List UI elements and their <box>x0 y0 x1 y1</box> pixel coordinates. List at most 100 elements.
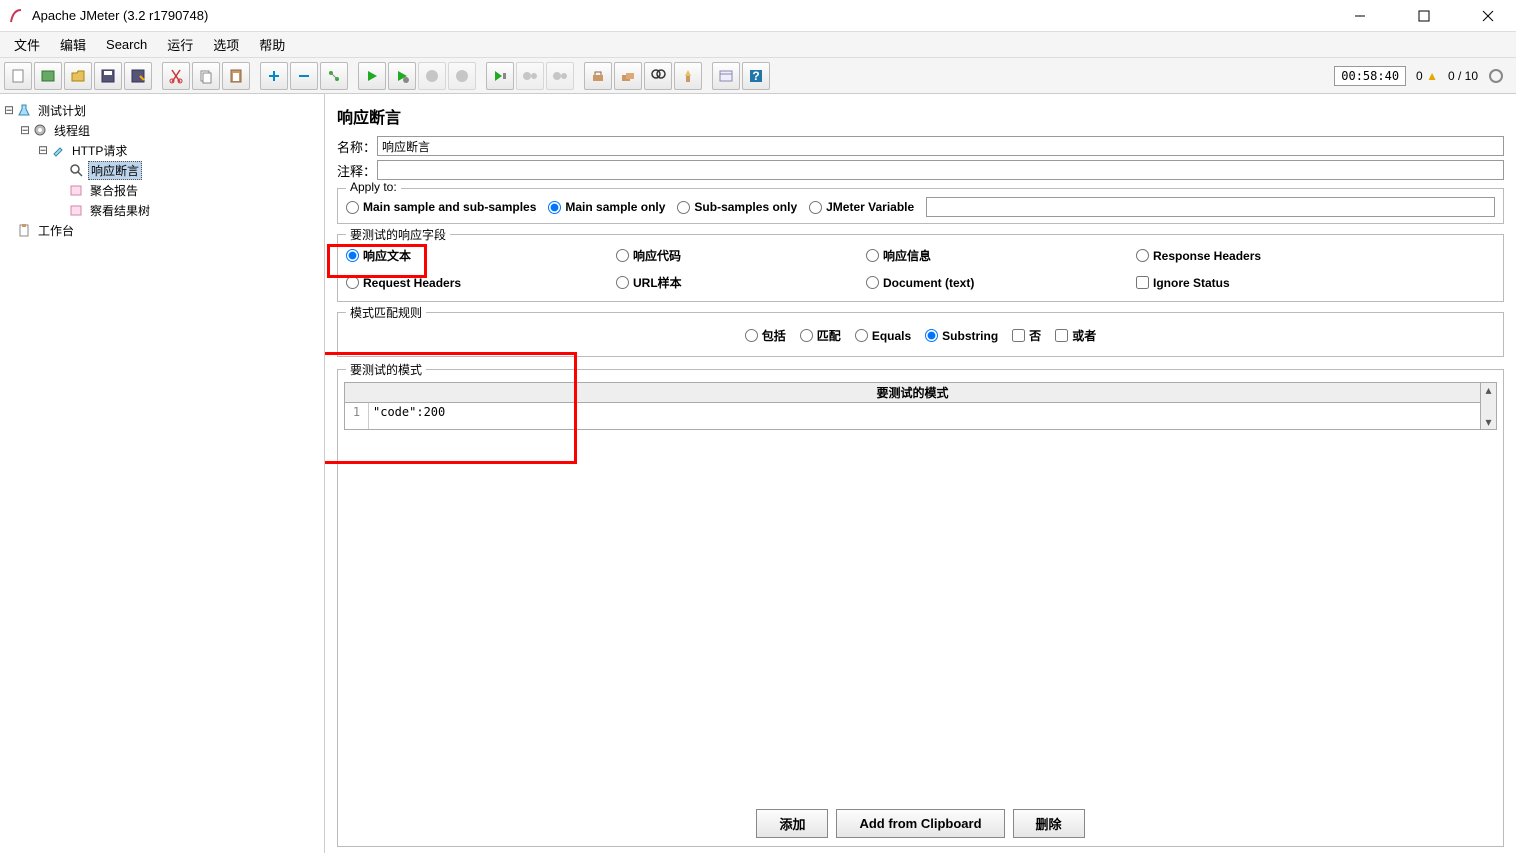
stop-button[interactable] <box>418 62 446 90</box>
field-ignore-status[interactable]: Ignore Status <box>1136 274 1495 291</box>
gear-icon <box>32 122 48 138</box>
match-rules-legend: 模式匹配规则 <box>346 304 426 321</box>
start-button[interactable] <box>358 62 386 90</box>
shutdown-button[interactable] <box>448 62 476 90</box>
menu-help[interactable]: 帮助 <box>251 33 293 56</box>
field-request-headers[interactable]: Request Headers <box>346 274 616 291</box>
search-button[interactable] <box>644 62 672 90</box>
field-document[interactable]: Document (text) <box>866 274 1136 291</box>
match-matches[interactable]: 匹配 <box>800 327 841 344</box>
field-response-text[interactable]: 响应文本 <box>346 247 616 264</box>
templates-button[interactable] <box>34 62 62 90</box>
report-icon <box>68 182 84 198</box>
close-button[interactable] <box>1468 4 1508 28</box>
remote-start-button[interactable] <box>486 62 514 90</box>
jmeter-variable-input[interactable] <box>926 197 1495 217</box>
status-icon <box>1488 68 1504 84</box>
tree-workbench[interactable]: 工作台 <box>2 220 322 240</box>
tree-aggregate[interactable]: 聚合报告 <box>2 180 322 200</box>
help-button[interactable]: ? <box>742 62 770 90</box>
error-count: 0 ▲ <box>1416 69 1438 83</box>
panel-title: 响应断言 <box>337 104 1504 128</box>
match-not[interactable]: 否 <box>1012 327 1041 344</box>
name-input[interactable] <box>377 136 1504 156</box>
patterns-scrollbar[interactable]: ▴▾ <box>1480 383 1496 429</box>
menu-options[interactable]: 选项 <box>205 33 247 56</box>
patterns-legend: 要测试的模式 <box>346 361 426 378</box>
match-rules-group: 模式匹配规则 包括 匹配 Equals Substring 否 或者 <box>337 312 1504 357</box>
apply-main-only[interactable]: Main sample only <box>548 200 665 214</box>
toolbar: ? 00:58:40 0 ▲ 0 / 10 <box>0 58 1516 94</box>
add-button[interactable]: 添加 <box>756 809 828 838</box>
pattern-row-number: 1 <box>345 403 369 429</box>
tree-assertion[interactable]: 响应断言 <box>2 160 322 180</box>
new-button[interactable] <box>4 62 32 90</box>
patterns-column-header: 要测试的模式 <box>345 383 1480 403</box>
tree-testplan[interactable]: ⊟ 测试计划 <box>2 100 322 120</box>
tree-viewtree[interactable]: 察看结果树 <box>2 200 322 220</box>
expand-button[interactable] <box>260 62 288 90</box>
name-label: 名称： <box>337 137 377 156</box>
tree-http[interactable]: ⊟ HTTP请求 <box>2 140 322 160</box>
clear-all-button[interactable] <box>614 62 642 90</box>
maximize-button[interactable] <box>1404 4 1444 28</box>
add-from-clipboard-button[interactable]: Add from Clipboard <box>836 809 1004 838</box>
comment-input[interactable] <box>377 160 1504 180</box>
tree-threadgroup[interactable]: ⊟ 线程组 <box>2 120 322 140</box>
response-field-legend: 要测试的响应字段 <box>346 226 450 243</box>
titlebar: Apache JMeter (3.2 r1790748) <box>0 0 1516 32</box>
clipboard-icon <box>16 222 32 238</box>
response-field-group: 要测试的响应字段 响应文本 响应代码 响应信息 Response Headers… <box>337 234 1504 302</box>
match-equals[interactable]: Equals <box>855 329 911 343</box>
remote-shutdown-button[interactable] <box>546 62 574 90</box>
search-reset-button[interactable] <box>674 62 702 90</box>
menu-search[interactable]: Search <box>98 35 155 54</box>
comment-label: 注释： <box>337 161 377 180</box>
save-button[interactable] <box>94 62 122 90</box>
svg-text:?: ? <box>752 69 759 83</box>
field-response-message[interactable]: 响应信息 <box>866 247 1136 264</box>
app-icon <box>8 8 24 24</box>
pipette-icon <box>50 142 66 158</box>
save-as-button[interactable] <box>124 62 152 90</box>
cut-button[interactable] <box>162 62 190 90</box>
match-substring[interactable]: Substring <box>925 329 998 343</box>
collapse-button[interactable] <box>290 62 318 90</box>
magnifier-icon <box>68 162 84 178</box>
field-response-code[interactable]: 响应代码 <box>616 247 866 264</box>
menu-file[interactable]: 文件 <box>6 33 48 56</box>
open-button[interactable] <box>64 62 92 90</box>
start-no-timers-button[interactable] <box>388 62 416 90</box>
field-response-headers[interactable]: Response Headers <box>1136 247 1495 264</box>
field-url[interactable]: URL样本 <box>616 274 866 291</box>
pattern-row-value[interactable]: "code":200 <box>369 403 1480 429</box>
pattern-row[interactable]: 1 "code":200 <box>345 403 1480 429</box>
minimize-button[interactable] <box>1340 4 1380 28</box>
match-or[interactable]: 或者 <box>1055 327 1096 344</box>
content: ⊟ 测试计划 ⊟ 线程组 ⊟ HTTP请求 响应断言 聚合报告 察看结果树 <box>0 94 1516 853</box>
remote-stop-button[interactable] <box>516 62 544 90</box>
toggle-button[interactable] <box>320 62 348 90</box>
clear-button[interactable] <box>584 62 612 90</box>
patterns-group: 要测试的模式 要测试的模式 1 "code":200 ▴▾ 添加 Add fro… <box>337 369 1504 847</box>
thread-count: 0 / 10 <box>1448 69 1478 83</box>
function-helper-button[interactable] <box>712 62 740 90</box>
apply-jmeter-var[interactable]: JMeter Variable <box>809 200 914 214</box>
warning-icon: ▲ <box>1426 69 1438 83</box>
tree-panel: ⊟ 测试计划 ⊟ 线程组 ⊟ HTTP请求 响应断言 聚合报告 察看结果树 <box>0 94 325 853</box>
main-panel: 响应断言 名称： 注释： Apply to: Main sample and s… <box>325 94 1516 853</box>
apply-to-legend: Apply to: <box>346 180 401 194</box>
window-title: Apache JMeter (3.2 r1790748) <box>32 8 1340 23</box>
apply-main-sub[interactable]: Main sample and sub-samples <box>346 200 536 214</box>
delete-button[interactable]: 删除 <box>1013 809 1085 838</box>
elapsed-time: 00:58:40 <box>1334 66 1406 86</box>
apply-sub-only[interactable]: Sub-samples only <box>677 200 797 214</box>
menubar: 文件 编辑 Search 运行 选项 帮助 <box>0 32 1516 58</box>
report-icon <box>68 202 84 218</box>
menu-run[interactable]: 运行 <box>159 33 201 56</box>
paste-button[interactable] <box>222 62 250 90</box>
match-contains[interactable]: 包括 <box>745 327 786 344</box>
copy-button[interactable] <box>192 62 220 90</box>
menu-edit[interactable]: 编辑 <box>52 33 94 56</box>
apply-to-group: Apply to: Main sample and sub-samples Ma… <box>337 188 1504 224</box>
